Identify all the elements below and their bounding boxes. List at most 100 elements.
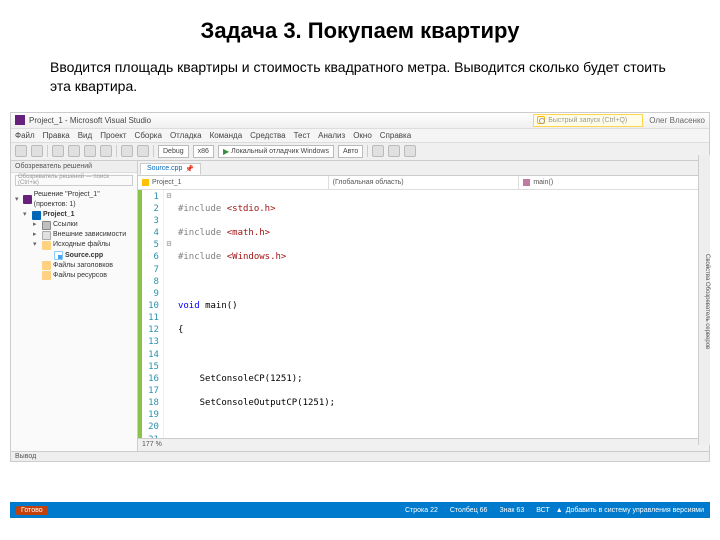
code-text[interactable]: #include <stdio.h> #include <math.h> #in… (174, 190, 709, 438)
platform-dropdown[interactable]: x86 (193, 145, 214, 158)
separator (47, 145, 48, 157)
references-icon (42, 221, 51, 230)
vs-logo-icon (15, 115, 25, 125)
tree-label: Source.cpp (65, 251, 103, 261)
scope-label: (Глобальная область) (333, 179, 404, 186)
project-icon (32, 211, 41, 220)
tb-button[interactable] (372, 145, 384, 157)
slide-title: Задача 3. Покупаем квартиру (0, 0, 720, 58)
tree-resources[interactable]: Файлы ресурсов (13, 271, 135, 281)
titlebar[interactable]: Project_1 - Microsoft Visual Studio Быст… (11, 113, 709, 129)
tab-label: Source.cpp (147, 165, 182, 172)
tree-label: Исходные файлы (53, 240, 110, 250)
tree-sources[interactable]: ▾Исходные файлы (13, 240, 135, 250)
scope-function-dropdown[interactable]: main() (519, 176, 709, 189)
status-char: Знак 63 (499, 507, 524, 514)
right-tool-tabs[interactable]: Свойства Обозреватель серверов (698, 155, 710, 445)
toolbar: Debug x86 ▶Локальный отладчик Windows Ав… (11, 143, 709, 161)
output-panel-title[interactable]: Вывод (11, 451, 709, 461)
separator (116, 145, 117, 157)
tree-label: Решение "Project_1" (проектов: 1) (34, 190, 135, 210)
code-editor[interactable]: 123456789101112131415161718192021222324 … (138, 190, 709, 438)
menu-tools[interactable]: Средства (250, 131, 285, 140)
tree-headers[interactable]: Файлы заголовков (13, 261, 135, 271)
save-button[interactable] (84, 145, 96, 157)
editor-footer: 177 % (138, 438, 709, 451)
tree-solution[interactable]: ▾Решение "Project_1" (проектов: 1) (13, 190, 135, 210)
menu-file[interactable]: Файл (15, 131, 35, 140)
status-add-label: Добавить в систему управления версиями (566, 507, 704, 514)
tree-label: Ссылки (53, 220, 78, 230)
status-ready: Готово (16, 506, 48, 515)
play-icon: ▶ (223, 147, 229, 156)
solution-search-input[interactable]: Обозреватель решений — поиск (Ctrl+ж) (15, 175, 133, 186)
quick-launch-input[interactable]: Быстрый запуск (Ctrl+Q) (533, 114, 643, 127)
menu-bar: Файл Правка Вид Проект Сборка Отладка Ко… (11, 129, 709, 143)
window-title: Project_1 - Microsoft Visual Studio (29, 116, 533, 125)
signed-in-user[interactable]: Олег Власенко (649, 116, 705, 125)
run-button[interactable]: ▶Локальный отладчик Windows (218, 145, 334, 158)
line-numbers: 123456789101112131415161718192021222324 (142, 190, 164, 438)
tb-button[interactable] (388, 145, 400, 157)
menu-help[interactable]: Справка (380, 131, 411, 140)
menu-project[interactable]: Проект (100, 131, 126, 140)
nav-fwd-button[interactable] (31, 145, 43, 157)
fold-column[interactable]: ⊟⊟ (164, 190, 174, 438)
menu-debug[interactable]: Отладка (170, 131, 202, 140)
folder-icon (42, 261, 51, 270)
solution-explorer: Обозреватель решений Обозреватель решени… (11, 161, 138, 451)
editor-tabstrip: Source.cpp📌 (138, 161, 709, 176)
menu-build[interactable]: Сборка (135, 131, 162, 140)
quick-launch-placeholder: Быстрый запуск (Ctrl+Q) (548, 117, 627, 124)
redo-button[interactable] (137, 145, 149, 157)
tree-file-source[interactable]: Source.cpp (13, 251, 135, 261)
scope-label: main() (533, 179, 553, 186)
open-button[interactable] (68, 145, 80, 157)
tree-label: Файлы заголовков (53, 261, 113, 271)
tree-label: Внешние зависимости (53, 230, 126, 240)
status-line: Строка 22 (405, 507, 438, 514)
tb-button[interactable] (404, 145, 416, 157)
undo-button[interactable] (121, 145, 133, 157)
solution-explorer-title: Обозреватель решений (11, 161, 137, 173)
ide-window: Project_1 - Microsoft Visual Studio Быст… (10, 112, 710, 462)
scope-project-dropdown[interactable]: Project_1 (138, 176, 329, 189)
new-button[interactable] (52, 145, 64, 157)
menu-window[interactable]: Окно (353, 131, 372, 140)
tree-label: Файлы ресурсов (53, 271, 107, 281)
save-all-button[interactable] (100, 145, 112, 157)
status-col: Столбец 66 (450, 507, 488, 514)
editor-tab-source[interactable]: Source.cpp📌 (140, 163, 201, 175)
pin-icon[interactable]: 📌 (185, 165, 194, 173)
folder-icon (42, 241, 51, 250)
menu-test[interactable]: Тест (294, 131, 311, 140)
tree-label: Project_1 (43, 210, 75, 220)
scope-namespace-dropdown[interactable]: (Глобальная область) (329, 176, 520, 189)
solution-tree: ▾Решение "Project_1" (проектов: 1) ▾Proj… (11, 188, 137, 283)
menu-edit[interactable]: Правка (43, 131, 70, 140)
tree-deps[interactable]: ▸Внешние зависимости (13, 230, 135, 240)
folder-icon (42, 271, 51, 280)
menu-team[interactable]: Команда (210, 131, 243, 140)
separator (367, 145, 368, 157)
editor-panel: Source.cpp📌 Project_1 (Глобальная област… (138, 161, 709, 451)
scope-icon (142, 179, 149, 186)
menu-analyze[interactable]: Анализ (318, 131, 345, 140)
search-icon (537, 116, 545, 124)
status-bar: Готово Строка 22 Столбец 66 Знак 63 ВСТ … (10, 502, 710, 518)
menu-view[interactable]: Вид (78, 131, 92, 140)
separator (153, 145, 154, 157)
nav-back-button[interactable] (15, 145, 27, 157)
cpp-file-icon (54, 251, 63, 260)
zoom-level[interactable]: 177 % (142, 441, 162, 448)
function-icon (523, 179, 530, 186)
deps-icon (42, 231, 51, 240)
status-insert: ВСТ (536, 507, 550, 514)
tree-project[interactable]: ▾Project_1 (13, 210, 135, 220)
slide-subtitle: Вводится площадь квартиры и стоимость кв… (0, 58, 720, 112)
status-add-source-control[interactable]: ▲ Добавить в систему управления версиями (556, 507, 704, 514)
auto-dropdown[interactable]: Авто (338, 145, 363, 158)
tree-refs[interactable]: ▸Ссылки (13, 220, 135, 230)
config-dropdown[interactable]: Debug (158, 145, 189, 158)
run-label: Локальный отладчик Windows (231, 148, 329, 155)
